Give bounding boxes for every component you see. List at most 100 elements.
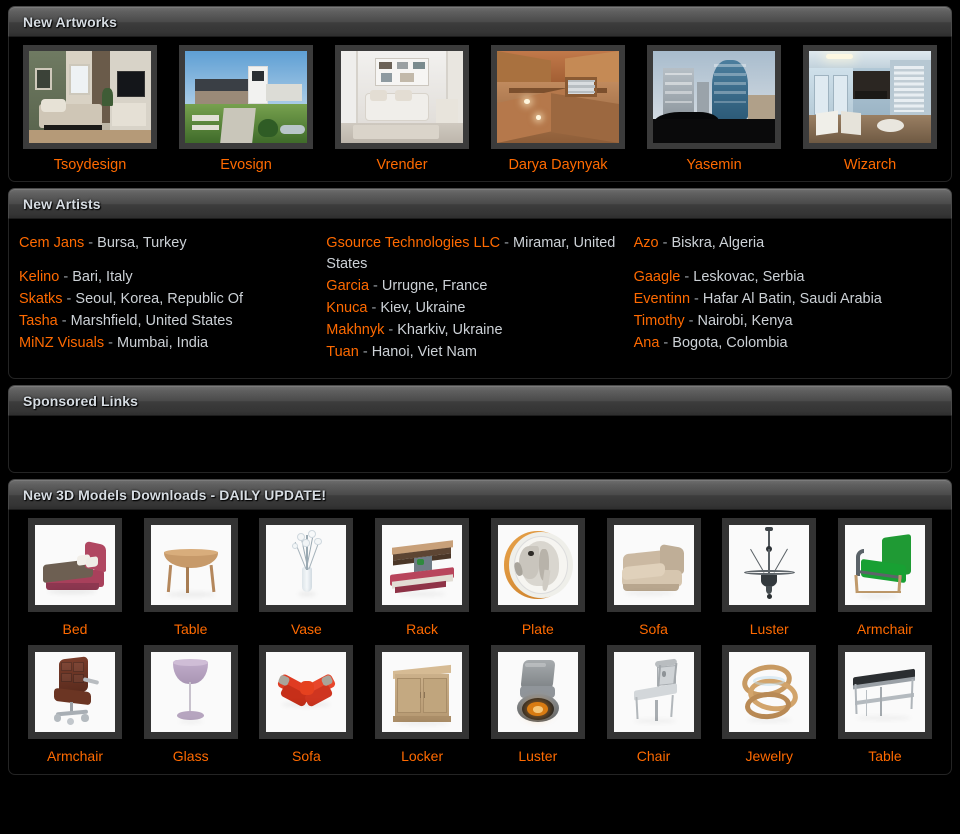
model-thumbnail-frame[interactable] [375, 645, 470, 739]
model-thumbnail-image [729, 652, 810, 732]
artwork-thumbnail-frame[interactable] [335, 45, 469, 149]
artist-name-link[interactable]: Cem Jans [19, 235, 84, 251]
model-thumbnail-frame[interactable] [606, 518, 701, 612]
model-title-link[interactable]: Plate [522, 621, 554, 637]
model-thumbnail-frame[interactable] [259, 645, 354, 739]
model-title-link[interactable]: Glass [173, 748, 209, 764]
model-title-link[interactable]: Bed [63, 621, 88, 637]
artist-name-link[interactable]: Knuca [326, 300, 367, 316]
model-thumbnail-frame[interactable] [722, 518, 817, 612]
artwork-card[interactable]: Darya Daynyak [483, 45, 633, 173]
model-card[interactable]: Rack [366, 518, 478, 637]
model-title-link[interactable]: Chair [637, 748, 670, 764]
artist-name-link[interactable]: Makhnyk [326, 322, 384, 338]
model-thumbnail-image [35, 652, 115, 732]
panel-header-new-artists: New Artists [8, 188, 952, 219]
model-card[interactable]: Luster [713, 518, 825, 637]
model-title-link[interactable]: Rack [406, 621, 438, 637]
artist-location: Bogota, Colombia [672, 335, 788, 351]
model-card[interactable]: Sofa [598, 518, 710, 637]
artist-location: Marshfield, United States [70, 313, 233, 329]
panel-body-new-3d-models: Bed Table Vase Rack Plate Sofa Luster Armchair A… [8, 510, 952, 775]
panel-body-sponsored-links [8, 416, 952, 473]
model-card[interactable]: Armchair [19, 645, 131, 764]
artist-name-link[interactable]: Ana [634, 335, 660, 351]
model-title-link[interactable]: Sofa [639, 621, 668, 637]
artist-separator: - [690, 291, 703, 307]
model-thumbnail-frame[interactable] [259, 518, 354, 612]
model-card[interactable]: Glass [135, 645, 247, 764]
model-thumbnail-frame[interactable] [722, 645, 817, 739]
artwork-author-link[interactable]: Wizarch [844, 157, 896, 173]
artwork-card[interactable]: Yasemin [639, 45, 789, 173]
model-card[interactable]: Bed [19, 518, 131, 637]
model-title-link[interactable]: Armchair [857, 621, 913, 637]
model-thumbnail-frame[interactable] [28, 518, 122, 612]
model-title-link[interactable]: Table [868, 748, 901, 764]
artist-name-link[interactable]: Skatks [19, 291, 63, 307]
artist-separator: - [384, 322, 398, 338]
model-card[interactable]: Table [135, 518, 247, 637]
artwork-card[interactable]: Vrender [327, 45, 477, 173]
artwork-author-link[interactable]: Tsoydesign [54, 157, 127, 173]
model-title-link[interactable]: Luster [750, 621, 789, 637]
model-card[interactable]: Sofa [250, 645, 362, 764]
artwork-card[interactable]: Evosign [171, 45, 321, 173]
model-card[interactable]: Table [829, 645, 941, 764]
artwork-author-link[interactable]: Evosign [220, 157, 272, 173]
artist-name-link[interactable]: Tuan [326, 344, 359, 360]
artist-entry: Garcia - Urrugne, France [326, 276, 619, 297]
artist-entry: Cem Jans - Bursa, Turkey [19, 233, 312, 254]
artist-entry: Ana - Bogota, Colombia [634, 333, 927, 354]
model-title-link[interactable]: Vase [291, 621, 322, 637]
model-card[interactable]: Armchair [829, 518, 941, 637]
model-card[interactable]: Vase [250, 518, 362, 637]
artist-name-link[interactable]: Azo [634, 235, 659, 251]
model-title-link[interactable]: Armchair [47, 748, 103, 764]
model-thumbnail-frame[interactable] [606, 645, 701, 739]
model-card[interactable]: Jewelry [713, 645, 825, 764]
artwork-card[interactable]: Tsoydesign [15, 45, 165, 173]
model-title-link[interactable]: Sofa [292, 748, 321, 764]
artist-name-link[interactable]: Tasha [19, 313, 58, 329]
model-thumbnail-frame[interactable] [143, 518, 238, 612]
artist-separator: - [658, 235, 672, 251]
artist-location: Hanoi, Viet Nam [371, 344, 478, 360]
model-thumbnail-frame[interactable] [837, 645, 932, 739]
artwork-author-link[interactable]: Yasemin [686, 157, 741, 173]
artwork-thumbnail-frame[interactable] [179, 45, 313, 149]
model-title-link[interactable]: Jewelry [745, 748, 792, 764]
artwork-card[interactable]: Wizarch [795, 45, 945, 173]
artwork-author-link[interactable]: Vrender [376, 157, 427, 173]
model-thumbnail-frame[interactable] [375, 518, 470, 612]
model-thumbnail-frame[interactable] [490, 518, 585, 612]
artist-name-link[interactable]: Timothy [634, 313, 685, 329]
model-card[interactable]: Plate [482, 518, 594, 637]
artwork-thumbnail-frame[interactable] [803, 45, 937, 149]
artwork-thumbnail-frame[interactable] [491, 45, 625, 149]
model-thumbnail-frame[interactable] [837, 518, 932, 612]
model-card[interactable]: Locker [366, 645, 478, 764]
artwork-thumbnail-frame[interactable] [23, 45, 157, 149]
model-thumbnail-frame[interactable] [143, 645, 238, 739]
artwork-thumbnail-frame[interactable] [647, 45, 781, 149]
artist-name-link[interactable]: Gsource Technologies LLC [326, 235, 500, 251]
model-card[interactable]: Chair [598, 645, 710, 764]
model-title-link[interactable]: Table [174, 621, 207, 637]
artist-name-link[interactable]: Eventinn [634, 291, 690, 307]
model-thumbnail-frame[interactable] [28, 645, 122, 739]
artwork-author-link[interactable]: Darya Daynyak [508, 157, 607, 173]
model-thumbnail-image [729, 525, 810, 605]
artwork-thumbnail-image [185, 51, 307, 143]
artist-location: Kharkiv, Ukraine [397, 322, 503, 338]
artist-name-link[interactable]: Garcia [326, 278, 369, 294]
model-title-link[interactable]: Locker [401, 748, 443, 764]
artist-name-link[interactable]: Kelino [19, 269, 59, 285]
models-row: Armchair Glass Sofa Locker Luster Chair Jewelr… [13, 645, 947, 764]
artist-name-link[interactable]: MiNZ Visuals [19, 335, 104, 351]
model-thumbnail-frame[interactable] [490, 645, 585, 739]
model-title-link[interactable]: Luster [518, 748, 557, 764]
artist-name-link[interactable]: Gaagle [634, 269, 681, 285]
model-card[interactable]: Luster [482, 645, 594, 764]
artist-entry: MiNZ Visuals - Mumbai, India [19, 333, 312, 354]
